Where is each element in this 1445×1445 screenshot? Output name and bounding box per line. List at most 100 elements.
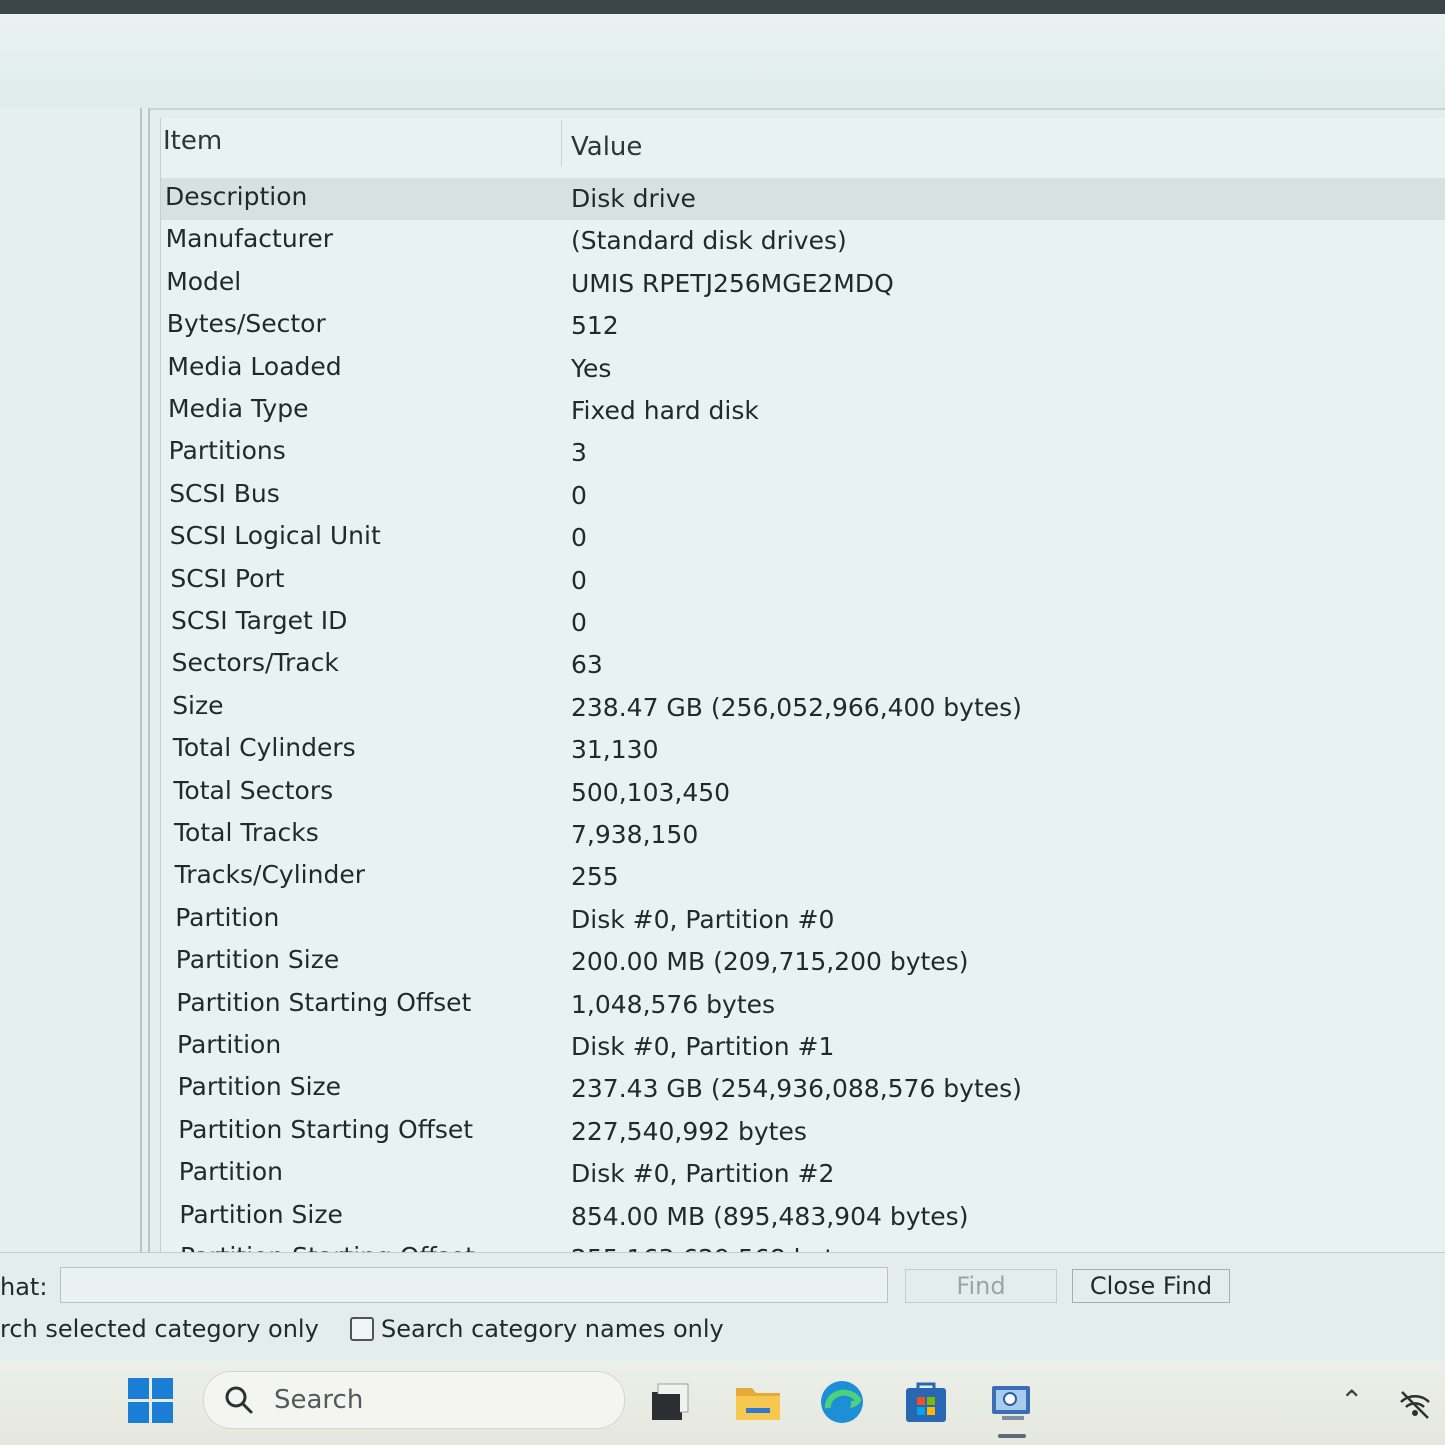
taskbar-search-box[interactable]: Search [203, 1371, 625, 1429]
row-value-text: 0 [571, 565, 587, 595]
file-explorer-icon[interactable] [734, 1378, 782, 1426]
system-information-icon[interactable] [988, 1378, 1036, 1426]
row-value-text: Disk #0, Partition #2 [571, 1159, 835, 1189]
column-header-value[interactable]: Value [571, 132, 642, 162]
row-item-label: Partition Size [177, 1072, 342, 1102]
column-divider[interactable] [561, 120, 562, 166]
row-value-text: 1,048,576 bytes [571, 989, 776, 1019]
table-row[interactable]: Media Type Fixed hard disk [161, 390, 1445, 432]
row-value-text: 227,540,992 bytes [571, 1116, 807, 1146]
row-item-label: Total Sectors [173, 775, 334, 805]
table-row[interactable]: Tracks/Cylinder 255 [161, 856, 1445, 898]
row-item-label: Manufacturer [165, 224, 334, 254]
table-row[interactable]: Size 238.47 GB (256,052,966,400 bytes) [161, 687, 1445, 729]
table-row[interactable]: Bytes/Sector 512 [161, 305, 1445, 347]
row-item-label: SCSI Target ID [171, 606, 348, 635]
column-header-item[interactable]: Item [163, 126, 222, 156]
row-value-text: Disk #0, Partition #0 [571, 904, 835, 934]
row-value-text: 63 [571, 650, 603, 680]
row-item-label: Partition [175, 902, 280, 932]
taskbar: Search ⌃ [0, 1362, 1445, 1445]
row-value-text: Disk drive [571, 184, 696, 213]
search-placeholder: Search [274, 1385, 364, 1415]
row-value-text: 854.00 MB (895,483,904 bytes) [571, 1201, 969, 1231]
table-row[interactable]: SCSI Logical Unit 0 [161, 517, 1445, 559]
row-item-label: Media Type [168, 394, 309, 423]
row-item-label: Partition [178, 1157, 283, 1187]
row-item-label: SCSI Port [170, 563, 285, 593]
row-value-text: 3 [571, 438, 587, 468]
row-item-label: Partition Size [179, 1199, 343, 1229]
table-row[interactable]: Partition Disk #0, Partition #1 [161, 1026, 1445, 1068]
table-row[interactable]: Partition Size 200.00 MB (209,715,200 byt… [161, 941, 1445, 983]
window-toolbar-area [0, 14, 1445, 108]
row-value-text: Disk #0, Partition #1 [571, 1032, 835, 1061]
row-value-text: 512 [571, 311, 619, 341]
row-value-text: (Standard disk drives) [571, 226, 847, 256]
store-icon[interactable] [902, 1378, 950, 1426]
row-value-text: 238.47 GB (256,052,966,400 bytes) [571, 692, 1022, 722]
table-row[interactable]: Total Tracks 7,938,150 [161, 814, 1445, 856]
window-top-edge [0, 0, 1445, 14]
table-row[interactable]: Description Disk drive [161, 178, 1445, 220]
category-tree-pane[interactable] [0, 108, 142, 1252]
row-value-text: 0 [571, 480, 587, 510]
table-row[interactable]: SCSI Target ID 0 [161, 602, 1445, 644]
row-item-label: Total Cylinders [172, 733, 356, 763]
active-app-indicator [998, 1434, 1026, 1438]
table-row[interactable]: Partition Disk #0, Partition #2 [161, 1153, 1445, 1195]
table-row[interactable]: Manufacturer (Standard disk drives) [161, 220, 1445, 262]
table-row[interactable]: Partition Size 854.00 MB (895,483,904 byt… [161, 1196, 1445, 1238]
details-list[interactable]: Item Value Description Disk drive Manufact… [160, 118, 1445, 1254]
row-item-label: Media Loaded [167, 351, 342, 381]
row-value-text: 31,130 [571, 735, 659, 765]
find-what-label: hat: [0, 1273, 48, 1301]
table-row[interactable]: SCSI Port 0 [161, 560, 1445, 602]
row-item-label: Partitions [168, 436, 286, 466]
row-item-label: Model [166, 266, 242, 296]
table-row[interactable]: Partition Starting Offset 227,540,992 byt… [161, 1111, 1445, 1153]
task-view-icon[interactable] [646, 1378, 694, 1426]
find-bar: hat: Find Close Find rch selected catego… [0, 1252, 1445, 1361]
table-row[interactable]: Total Sectors 500,103,450 [161, 772, 1445, 814]
row-value-text: 255 [571, 862, 619, 892]
row-item-label: Partition [177, 1030, 282, 1059]
table-row[interactable]: Media Loaded Yes [161, 348, 1445, 390]
table-row[interactable]: Partition Disk #0, Partition #0 [161, 899, 1445, 941]
table-row[interactable]: Model UMIS RPETJ256MGE2MDQ [161, 263, 1445, 305]
row-item-label: Size [172, 690, 224, 720]
table-row[interactable]: SCSI Bus 0 [161, 475, 1445, 517]
row-value-text: UMIS RPETJ256MGE2MDQ [571, 268, 894, 298]
row-item-label: Bytes/Sector [166, 309, 326, 339]
find-what-input[interactable] [60, 1267, 888, 1303]
search-category-names-checkbox[interactable] [350, 1317, 374, 1341]
search-category-names-label[interactable]: Search category names only [381, 1315, 724, 1343]
row-value-text: 7,938,150 [571, 820, 699, 849]
row-value-text: 0 [571, 608, 587, 637]
search-selected-category-option[interactable]: rch selected category only [0, 1315, 319, 1343]
table-row[interactable]: Total Cylinders 31,130 [161, 729, 1445, 771]
find-button[interactable]: Find [905, 1269, 1057, 1303]
row-item-label: Partition Starting Offset [176, 987, 472, 1017]
chevron-up-icon[interactable]: ⌃ [1340, 1384, 1363, 1417]
row-value-text: 0 [571, 523, 587, 553]
row-item-label: Tracks/Cylinder [174, 860, 365, 890]
row-item-label: SCSI Logical Unit [169, 521, 381, 551]
table-row[interactable]: Partition Size 237.43 GB (254,936,088,576… [161, 1068, 1445, 1110]
edge-icon[interactable] [818, 1378, 866, 1426]
search-icon [225, 1386, 253, 1414]
close-find-button[interactable]: Close Find [1072, 1269, 1230, 1303]
table-row[interactable]: Partitions 3 [161, 432, 1445, 474]
row-item-label: SCSI Bus [169, 478, 280, 508]
table-row[interactable]: Partition Starting Offset 1,048,576 bytes [161, 984, 1445, 1026]
row-value-text: 200.00 MB (209,715,200 bytes) [571, 947, 969, 977]
table-row[interactable]: Sectors/Track 63 [161, 644, 1445, 686]
row-item-label: Partition Size [175, 945, 340, 975]
windows-start-icon[interactable] [128, 1378, 174, 1424]
row-value-text: Yes [571, 353, 612, 383]
row-item-label: Sectors/Track [171, 648, 339, 678]
row-value-text: 500,103,450 [571, 777, 731, 807]
row-value-text: 237.43 GB (254,936,088,576 bytes) [571, 1074, 1022, 1104]
network-disconnected-icon[interactable] [1398, 1390, 1432, 1420]
details-list-frame: Item Value Description Disk drive Manufact… [148, 108, 1445, 1254]
